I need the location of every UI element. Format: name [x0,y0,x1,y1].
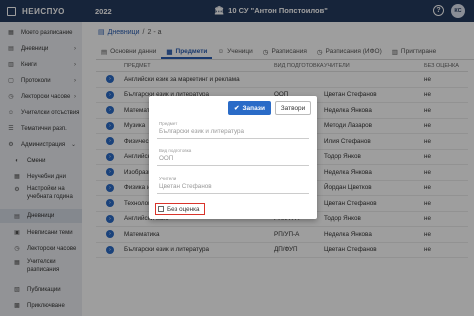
subject-field: Предмет Български език и литература [157,121,309,139]
field-label: Вид подготовка [159,148,192,153]
field-value: ООП [159,155,174,162]
field-value: Български език и литература [159,128,245,135]
check-icon: ✔ [234,105,240,112]
edit-subject-dialog: ✔ Запази Затвори Предмет Български език … [149,96,317,219]
no-grade-checkbox[interactable] [158,206,164,212]
no-grade-label[interactable]: Без оценка [167,206,200,213]
teachers-field: Учители Цветан Стефанов [157,176,309,194]
close-button[interactable]: Затвори [275,101,311,115]
save-button-label: Запази [242,104,265,112]
preparation-type-field: Вид подготовка ООП [157,148,309,166]
save-button[interactable]: ✔ Запази [228,101,271,115]
field-value: Цветан Стефанов [159,183,212,190]
field-label: Учители [159,176,177,181]
field-label: Предмет [159,121,178,126]
no-grade-checkbox-wrapper[interactable]: Без оценка [155,203,205,215]
